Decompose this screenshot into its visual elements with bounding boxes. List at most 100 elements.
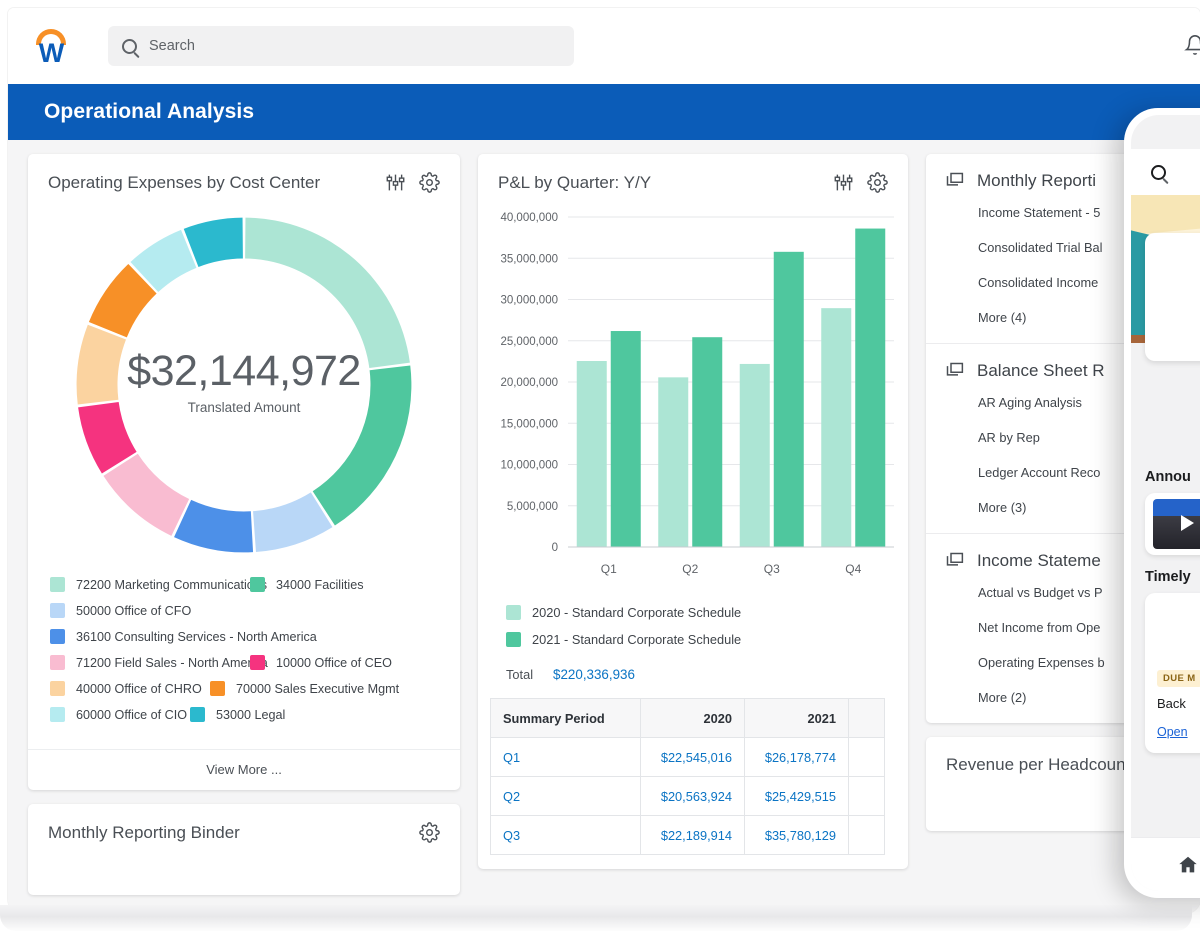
opex-card-header: Operating Expenses by Cost Center — [28, 154, 460, 199]
legend-label: 50000 Office of CFO — [76, 603, 192, 618]
table-cell[interactable] — [848, 776, 885, 816]
legend-item[interactable]: 72200 Marketing Communications — [50, 577, 267, 592]
phone-task-open-link[interactable]: Open — [1157, 725, 1200, 739]
table-cell[interactable] — [848, 737, 885, 777]
pl-card-header: P&L by Quarter: Y/Y — [478, 154, 908, 199]
donut-slice[interactable] — [312, 365, 412, 526]
phone-video-item[interactable] — [1145, 493, 1200, 555]
bar-chart-svg: 0 5,000,000 10,000,000 15,000,000 20,000,000… — [500, 212, 894, 576]
pl-total-label: Total — [506, 667, 534, 682]
legend-swatch — [506, 605, 521, 620]
bar[interactable] — [739, 363, 770, 547]
table-column-header — [848, 698, 885, 738]
search-placeholder-text: Search — [149, 38, 195, 54]
legend-item[interactable]: 34000 Facilities — [250, 577, 364, 592]
table-body: Q1 $22,545,016 $26,178,774 Q2 $20,563,924 $25… — [490, 737, 885, 855]
pl-summary-table: Summary Period 2020 2021 Q1 $22,545,016 $26,… — [490, 698, 885, 855]
bar[interactable] — [610, 331, 641, 547]
x-axis-tick: Q4 — [845, 562, 861, 576]
pl-legend: 2020 - Standard Corporate Schedule 2021 -… — [478, 599, 908, 647]
legend-label: 72200 Marketing Communications — [76, 577, 268, 592]
y-axis-tick: 10,000,000 — [500, 460, 558, 472]
phone-screen: 12:00 My S Annou Timely DUE M Back — [1131, 115, 1200, 891]
legend-swatch — [50, 707, 65, 722]
table-cell[interactable]: Q1 — [490, 737, 641, 777]
legend-swatch — [506, 632, 521, 647]
filter-sliders-icon[interactable] — [385, 172, 406, 193]
legend-row: 36100 Consulting Services - North Americ… — [50, 629, 438, 644]
gear-icon[interactable] — [419, 822, 440, 843]
home-icon[interactable] — [1177, 854, 1199, 876]
table-cell[interactable]: Q3 — [490, 815, 641, 855]
bar[interactable] — [773, 251, 804, 547]
opex-view-more-link[interactable]: View More ... — [28, 749, 460, 790]
legend-item[interactable]: 40000 Office of CHRO — [50, 681, 210, 696]
bar[interactable] — [658, 377, 689, 547]
filter-sliders-icon[interactable] — [833, 172, 854, 193]
legend-item[interactable]: 60000 Office of CIO — [50, 707, 190, 722]
phone-quick-action-card[interactable]: My S — [1145, 233, 1200, 361]
legend-item[interactable]: 36100 Consulting Services - North Americ… — [50, 629, 317, 644]
legend-item[interactable]: 70000 Sales Executive Mgmt — [210, 681, 399, 696]
donut-slice[interactable] — [245, 217, 410, 369]
banner-sand-shape — [1131, 195, 1200, 235]
legend-item[interactable]: 10000 Office of CEO — [250, 655, 392, 670]
legend-swatch — [50, 655, 65, 670]
binder-icon — [946, 362, 964, 376]
table-cell[interactable]: $22,545,016 — [640, 737, 745, 777]
table-row[interactable]: Q3 $22,189,914 $35,780,129 — [490, 815, 885, 855]
legend-row[interactable]: 2020 - Standard Corporate Schedule — [506, 605, 908, 620]
column-middle: P&L by Quarter: Y/Y 0 5,000,000 10,000,0… — [478, 154, 908, 909]
binder-card: Monthly Reporting Binder — [28, 804, 460, 895]
notifications-button[interactable] — [1184, 34, 1200, 61]
legend-item[interactable]: 71200 Field Sales - North America — [50, 655, 268, 670]
bar[interactable] — [855, 228, 886, 548]
legend-swatch — [190, 707, 205, 722]
table-cell[interactable]: Q2 — [490, 776, 641, 816]
legend-item[interactable]: 53000 Legal — [190, 707, 285, 722]
revenue-card-title: Revenue per Headcount — [946, 755, 1131, 774]
legend-item[interactable]: 50000 Office of CFO — [50, 603, 191, 618]
legend-label: 60000 Office of CIO — [76, 707, 188, 722]
binder-icon — [946, 172, 964, 186]
donut-slice[interactable] — [76, 324, 127, 405]
x-axis-tick: Q2 — [682, 562, 698, 576]
bar[interactable] — [692, 337, 723, 547]
table-cell[interactable]: $35,780,129 — [744, 815, 849, 855]
app-top-bar: W Search — [8, 8, 1200, 84]
donut-slice[interactable] — [174, 499, 254, 553]
bar[interactable] — [821, 308, 852, 547]
table-cell[interactable]: $22,189,914 — [640, 815, 745, 855]
table-cell[interactable]: $20,563,924 — [640, 776, 745, 816]
opex-card: Operating Expenses by Cost Center $32,14… — [28, 154, 460, 790]
workday-logo[interactable]: W — [30, 23, 76, 69]
pl-total-value[interactable]: $220,336,936 — [553, 667, 635, 682]
legend-label: 70000 Sales Executive Mgmt — [236, 681, 400, 696]
table-header-row: Summary Period 2020 2021 — [490, 698, 885, 738]
table-row[interactable]: Q1 $22,545,016 $26,178,774 — [490, 737, 885, 777]
legend-label: 34000 Facilities — [276, 577, 364, 592]
table-cell[interactable]: $25,429,515 — [744, 776, 849, 816]
search-input[interactable]: Search — [108, 26, 574, 66]
binder-card-title: Monthly Reporting Binder — [48, 822, 240, 842]
table-column-header: Summary Period — [490, 698, 641, 738]
table-cell[interactable]: $26,178,774 — [744, 737, 849, 777]
legend-row: 71200 Field Sales - North America 10000 O… — [50, 655, 438, 670]
legend-row: 40000 Office of CHRO 70000 Sales Executiv… — [50, 681, 438, 696]
phone-task-card[interactable]: DUE M Back Open — [1145, 593, 1200, 753]
page-title-bar: Operational Analysis — [8, 84, 1200, 140]
donut-slice[interactable] — [103, 453, 190, 536]
legend-swatch — [50, 629, 65, 644]
pl-total-row: Total $220,336,936 — [478, 659, 908, 698]
legend-label: 10000 Office of CEO — [276, 655, 392, 670]
legend-label: 2020 - Standard Corporate Schedule — [532, 605, 742, 620]
bar[interactable] — [576, 361, 607, 547]
legend-label: 53000 Legal — [216, 707, 286, 722]
phone-search-bar[interactable] — [1131, 149, 1200, 195]
table-cell[interactable] — [848, 815, 885, 855]
desktop-window: W Search Operational Analysis Operating … — [8, 8, 1200, 913]
gear-icon[interactable] — [867, 172, 888, 193]
legend-row[interactable]: 2021 - Standard Corporate Schedule — [506, 632, 908, 647]
table-row[interactable]: Q2 $20,563,924 $25,429,515 — [490, 776, 885, 816]
gear-icon[interactable] — [419, 172, 440, 193]
